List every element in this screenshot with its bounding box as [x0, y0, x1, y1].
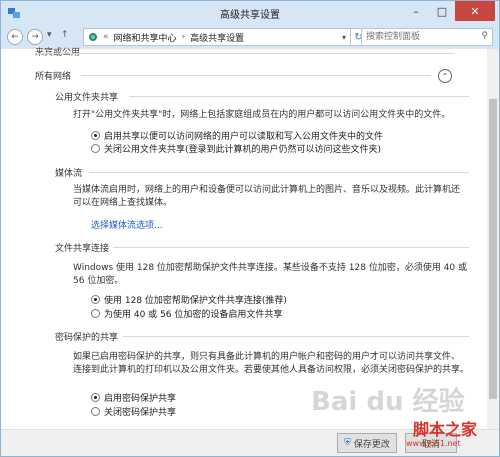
breadcrumb-separator: ›: [181, 32, 186, 42]
radio-label: 关闭密码保护共享: [104, 408, 177, 418]
section-description-line: 56 位加密。: [73, 276, 124, 286]
breadcrumb[interactable]: « 网络和共享中心 › 高级共享设置: [83, 28, 351, 46]
save-changes-button[interactable]: ⛨ 保存更改: [337, 433, 397, 453]
section-description-line: 如果已启用密码保护的共享，则只有具备此计算机的用户帐户和密码的用户才可以访问共享…: [73, 352, 461, 362]
maximize-icon: □: [436, 4, 448, 18]
collapse-button[interactable]: ⌃: [438, 69, 452, 83]
site-url-watermark: www.jb51.net: [406, 439, 461, 448]
title-bar: 高级共享设置 – □ ✕: [1, 1, 499, 25]
forward-button[interactable]: →: [27, 29, 43, 45]
window-controls: – □ ✕: [403, 1, 495, 21]
section-description-line: Windows 使用 128 位加密帮助保护文件共享连接。某些设备不支持 128…: [73, 263, 468, 273]
section-title-file-sharing-connections: 文件共享连接: [55, 244, 110, 254]
radio-button[interactable]: [91, 144, 100, 153]
radio-label: 启用共享以便可以访问网络的用户可以读取和写入公用文件夹中的文件: [104, 132, 384, 142]
vertical-scrollbar[interactable]: [487, 49, 499, 429]
breadcrumb-separator: «: [103, 32, 109, 42]
divider: [35, 53, 455, 54]
breadcrumb-item-network-center[interactable]: 网络和共享中心: [114, 31, 177, 44]
radio-disable-password-sharing[interactable]: 关闭密码保护共享: [91, 405, 176, 418]
close-icon: ✕: [470, 4, 480, 18]
chevron-up-icon: ⌃: [441, 71, 449, 81]
minimize-icon: –: [413, 4, 419, 18]
search-box: ⚲: [361, 28, 493, 46]
radio-button[interactable]: [91, 309, 100, 318]
chevron-down-icon: ▾: [341, 32, 346, 42]
section-description-line: 当媒体流启用时，网络上的用户和设备便可以访问此计算机上的图片、音乐以及视频。此计…: [73, 185, 461, 195]
forward-arrow-icon: →: [31, 32, 39, 42]
radio-label: 启用密码保护共享: [104, 394, 177, 404]
radio-enable-password-sharing[interactable]: 启用密码保护共享: [91, 391, 176, 404]
divider: [129, 96, 469, 97]
divider: [89, 172, 469, 173]
section-description-line: 可以在网络上查找媒体。: [73, 198, 173, 208]
radio-button[interactable]: [91, 131, 100, 140]
recent-pages-button[interactable]: ▾: [47, 30, 52, 40]
back-button[interactable]: ←: [7, 29, 23, 45]
radio-enable-public-sharing[interactable]: 启用共享以便可以访问网络的用户可以读取和写入公用文件夹中的文件: [91, 129, 383, 142]
divider: [113, 247, 469, 248]
minimize-button[interactable]: –: [403, 1, 429, 21]
settings-content: 来宾或公用 所有网络 ⌃ 公用文件夹共享 打开"公用文件夹共享"时，网络上包括家…: [1, 48, 487, 429]
breadcrumb-item-advanced-sharing[interactable]: 高级共享设置: [190, 31, 244, 44]
address-dropdown-button[interactable]: ▾: [337, 28, 351, 46]
scrollbar-thumb[interactable]: [489, 99, 497, 399]
radio-40-56-bit-encryption[interactable]: 为使用 40 或 56 位加密的设备启用文件共享: [91, 307, 282, 320]
shield-icon: ⛨: [344, 438, 351, 448]
radio-label: 关闭公用文件夹共享(登录到此计算机的用户仍然可以访问这些文件夹): [104, 145, 382, 155]
back-arrow-icon: ←: [11, 32, 19, 42]
divider: [81, 75, 431, 76]
section-title-public-folder: 公用文件夹共享: [55, 93, 119, 103]
search-input[interactable]: [362, 29, 474, 45]
divider: [123, 336, 469, 337]
network-icon: [89, 33, 97, 41]
section-title-media-streaming: 媒体流: [55, 169, 83, 179]
section-description-line: 连接到此计算机的打印机以及公用文件夹。若要使其他人具备访问权限，必须关闭密码保护…: [73, 365, 470, 375]
save-changes-label: 保存更改: [353, 439, 390, 450]
close-button[interactable]: ✕: [455, 1, 495, 21]
media-streaming-options-link[interactable]: 选择媒体流选项...: [91, 218, 163, 231]
up-button[interactable]: ↑: [61, 30, 69, 40]
search-icon[interactable]: ⚲: [481, 31, 488, 41]
profile-title: 所有网络: [35, 72, 72, 82]
maximize-button[interactable]: □: [429, 1, 455, 21]
baidu-watermark: Bai du 经验: [311, 387, 465, 417]
section-title-password-protected-sharing: 密码保护的共享: [55, 333, 119, 343]
section-description: 打开"公用文件夹共享"时，网络上包括家庭组成员在内的用户都可以访问公用文件夹中的…: [73, 110, 451, 120]
radio-label: 为使用 40 或 56 位加密的设备启用文件共享: [104, 310, 283, 320]
site-watermark: 脚本之家: [413, 420, 478, 439]
radio-label: 使用 128 位加密帮助保护文件共享连接(推荐): [104, 296, 287, 306]
cutoff-section-title: 来宾或公用: [35, 48, 81, 58]
radio-button[interactable]: [91, 407, 100, 416]
radio-button[interactable]: [91, 295, 100, 304]
radio-button[interactable]: [91, 393, 100, 402]
radio-disable-public-sharing[interactable]: 关闭公用文件夹共享(登录到此计算机的用户仍然可以访问这些文件夹): [91, 142, 381, 155]
radio-128-bit-encryption[interactable]: 使用 128 位加密帮助保护文件共享连接(推荐): [91, 293, 287, 306]
advanced-sharing-window: 高级共享设置 – □ ✕ ← → ▾ ↑ « 网络和共享中心 › 高级共享设置 …: [0, 0, 500, 457]
